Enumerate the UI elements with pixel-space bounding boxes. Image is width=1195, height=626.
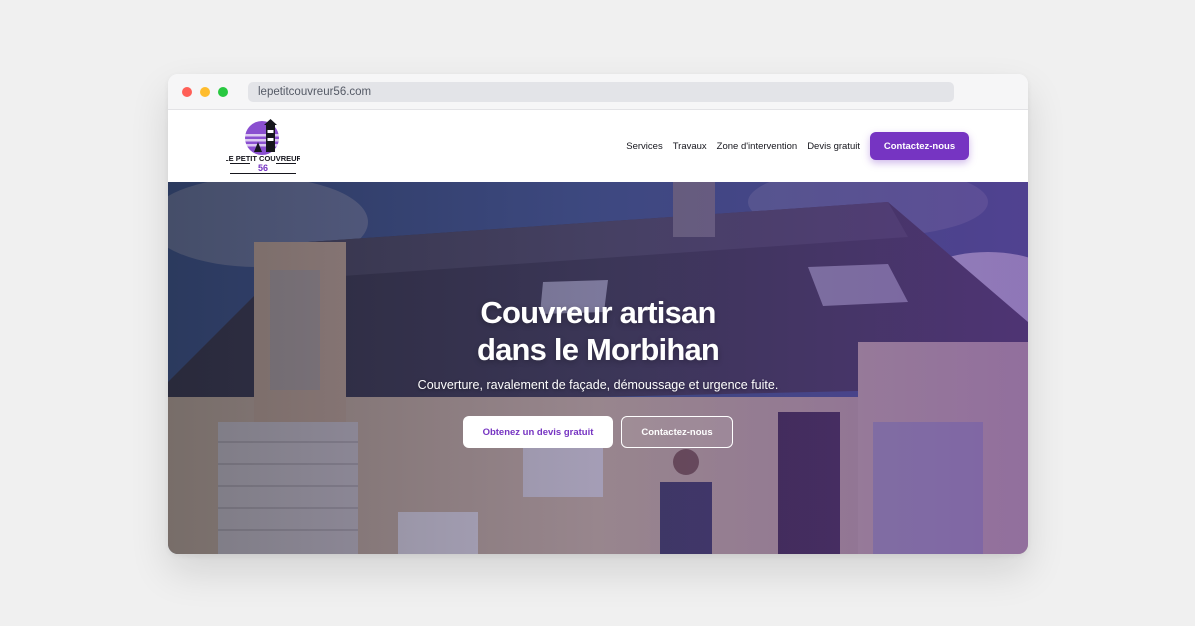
site-logo[interactable]: LE PETIT COUVREUR 56	[226, 118, 300, 176]
close-window-button[interactable]	[182, 87, 192, 97]
get-quote-button[interactable]: Obtenez un devis gratuit	[463, 416, 613, 448]
browser-toolbar: lepetitcouvreur56.com	[168, 74, 1028, 110]
hero-contact-button[interactable]: Contactez-nous	[621, 416, 733, 448]
site-header: LE PETIT COUVREUR 56 Services Travaux Zo…	[168, 110, 1028, 182]
logo-text-line2: 56	[258, 163, 268, 173]
nav-link-services[interactable]: Services	[626, 141, 662, 152]
hero-title: Couvreur artisan dans le Morbihan	[168, 294, 1028, 368]
maximize-window-button[interactable]	[218, 87, 228, 97]
address-bar[interactable]: lepetitcouvreur56.com	[248, 82, 954, 102]
browser-window: lepetitcouvreur56.com LE PETIT COUVREUR …	[168, 74, 1028, 554]
logo-text-line1: LE PETIT COUVREUR	[226, 154, 300, 163]
hero-title-line1: Couvreur artisan	[480, 295, 716, 330]
main-nav: Services Travaux Zone d'intervention Dev…	[616, 110, 860, 182]
hero-title-line2: dans le Morbihan	[476, 332, 720, 367]
nav-link-devis[interactable]: Devis gratuit	[807, 141, 860, 152]
nav-link-travaux[interactable]: Travaux	[673, 141, 707, 152]
contact-button[interactable]: Contactez-nous	[870, 132, 969, 160]
hero-buttons: Obtenez un devis gratuit Contactez-nous	[463, 416, 733, 448]
hero-content: Couvreur artisan dans le Morbihan Couver…	[168, 294, 1028, 392]
nav-link-zone[interactable]: Zone d'intervention	[717, 141, 798, 152]
minimize-window-button[interactable]	[200, 87, 210, 97]
hero-section: Couvreur artisan dans le Morbihan Couver…	[168, 182, 1028, 554]
hero-subtitle: Couverture, ravalement de façade, démous…	[417, 378, 779, 392]
